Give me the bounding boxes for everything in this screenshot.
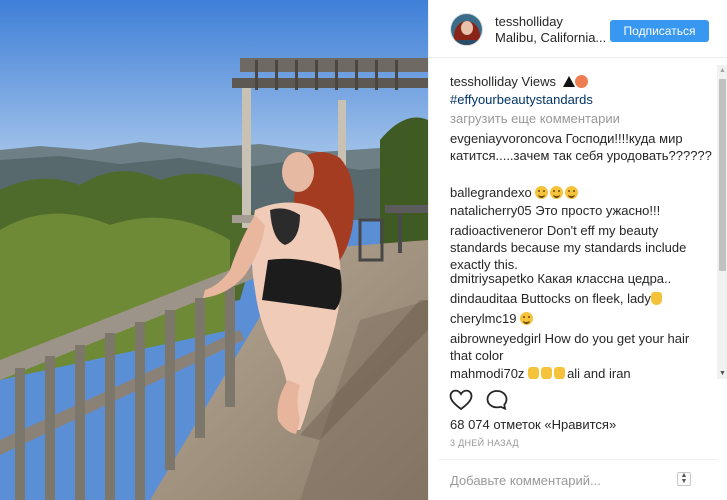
comments-list[interactable]: tessholliday Views #effyourbeautystandar…	[429, 65, 717, 379]
thumbs-up-emoji-icon	[541, 367, 553, 379]
point-down-emoji-icon	[650, 292, 662, 305]
caption-text: Views	[517, 74, 560, 89]
comment-item: dmitriysapetko Какая классна цедра..	[450, 270, 712, 287]
comment-item: cherylmc19	[450, 310, 712, 327]
comments-scrollbar[interactable]: ▲ ▼	[717, 65, 727, 379]
comment-item: radioactiveneror Don't eff my beauty sta…	[450, 222, 712, 273]
comment-item: evgeniayvoroncova Господи!!!!куда мир ка…	[450, 130, 712, 164]
comment-input[interactable]	[450, 471, 670, 489]
comment-item: mahmodi70z ali and iran	[450, 365, 712, 379]
follow-button[interactable]: Подписаться	[610, 20, 709, 42]
warning-emoji-icon	[562, 76, 575, 87]
comment-author[interactable]: dmitriysapetko	[450, 271, 534, 286]
thumbs-up-emoji-icon	[554, 367, 566, 379]
add-comment-bar: ▲▼	[439, 459, 717, 499]
thumbs-up-emoji-icon	[528, 367, 540, 379]
comment-text: Buttocks on fleek, lady	[517, 291, 651, 306]
avatar[interactable]	[450, 13, 483, 46]
post-details-panel: tessholliday Malibu, California... Подпи…	[428, 0, 727, 500]
laughing-emoji-icon	[565, 186, 579, 199]
comment-text-tail: ali and iran	[567, 366, 631, 379]
scrollbar-thumb[interactable]	[719, 79, 726, 271]
more-options-icon[interactable]: ▲ ▼	[677, 472, 691, 486]
comment-text: Это просто ужасно!!!	[531, 203, 661, 218]
comment-item: aibrowneyedgirl How do you get your hair…	[450, 330, 712, 364]
header-location[interactable]: Malibu, California...	[495, 30, 606, 45]
laughing-emoji-icon	[550, 186, 564, 199]
comment-author[interactable]: mahmodi70z	[450, 366, 524, 379]
scroll-up-arrow-icon[interactable]: ▲	[717, 65, 727, 76]
grinning-emoji-icon	[520, 312, 534, 325]
comment-author[interactable]: aibrowneyedgirl	[450, 331, 541, 346]
post-actions	[429, 381, 727, 417]
comment-author[interactable]: dindauditaa	[450, 291, 517, 306]
speech-bubble-icon[interactable]	[485, 389, 509, 411]
peach-emoji-icon	[574, 75, 588, 88]
post-header: tessholliday Malibu, California... Подпи…	[429, 0, 727, 58]
caption-hashtag[interactable]: #effyourbeautystandards	[450, 92, 593, 107]
avatar-image	[451, 14, 482, 45]
comment-text: Какая классна цедра..	[533, 271, 672, 286]
post-caption: tessholliday Views #effyourbeautystandar…	[450, 73, 712, 109]
post-timestamp[interactable]: 3 ДНЕЙ НАЗАД	[450, 438, 519, 448]
header-username[interactable]: tessholliday	[495, 14, 563, 29]
likes-count[interactable]: 68 074 отметок «Нравится»	[450, 417, 616, 432]
load-more-comments-link[interactable]: загрузить еще комментарии	[450, 111, 620, 126]
comment-item: ballegrandexo	[450, 184, 712, 201]
comment-item: dindauditaa Buttocks on fleek, lady	[450, 290, 712, 307]
caption-username[interactable]: tessholliday	[450, 74, 518, 89]
scroll-down-arrow-icon[interactable]: ▼	[717, 368, 727, 379]
heart-icon[interactable]	[449, 389, 473, 411]
post-photo-image	[0, 0, 428, 500]
comment-author[interactable]: evgeniayvoroncova	[450, 131, 562, 146]
laughing-emoji-icon	[535, 186, 549, 199]
comment-author[interactable]: natalicherry05	[450, 203, 532, 218]
comment-author[interactable]: cherylmc19	[450, 311, 516, 326]
comment-item: natalicherry05 Это просто ужасно!!!	[450, 202, 712, 219]
comment-author[interactable]: ballegrandexo	[450, 185, 532, 200]
comment-author[interactable]: radioactiveneror	[450, 223, 543, 238]
post-photo[interactable]	[0, 0, 428, 500]
